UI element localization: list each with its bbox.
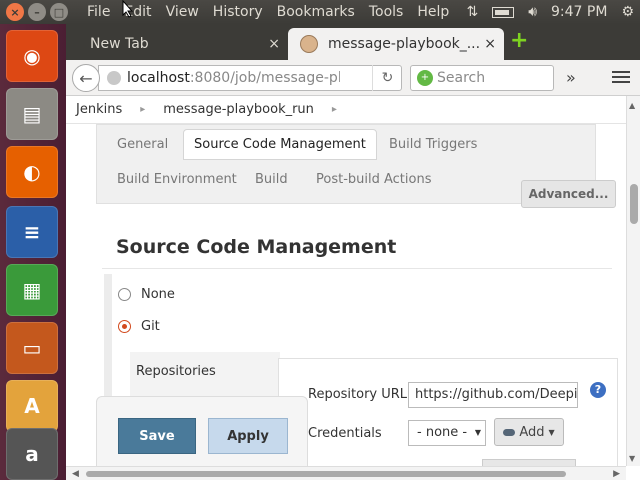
reload-icon[interactable]: ↻ [372, 65, 402, 91]
scroll-right-icon[interactable]: ▶ [613, 469, 620, 479]
scroll-thumb[interactable] [86, 471, 566, 477]
chevron-right-icon[interactable]: ▸ [324, 104, 345, 115]
horizontal-scrollbar[interactable]: ◀ ▶ [66, 466, 626, 480]
system-indicators: ⇅ 🔊︎ 9:47 PM ⚙ [466, 0, 634, 24]
files-icon[interactable]: ▤ [6, 88, 58, 140]
tab-build[interactable]: Build [255, 172, 288, 187]
radio-git[interactable] [118, 320, 131, 333]
repository-panel [278, 358, 618, 466]
search-placeholder: Search [437, 70, 486, 86]
radio-label: None [141, 287, 175, 302]
calc-icon[interactable]: ▦ [6, 264, 58, 316]
gear-icon[interactable]: ⚙ [621, 4, 634, 20]
firefox-icon[interactable]: ◐ [6, 146, 58, 198]
menu-view[interactable]: View [159, 4, 206, 20]
url-bar[interactable]: localhost :8080/job/message-pla [98, 65, 402, 91]
advanced-button[interactable]: Advanced... [521, 180, 616, 208]
tab-source-code-management[interactable]: Source Code Management [183, 129, 377, 160]
writer-icon[interactable]: ≡ [6, 206, 58, 258]
overflow-chevron-icon[interactable]: » [566, 68, 576, 87]
radio-option-git[interactable]: Git [118, 319, 160, 334]
scroll-down-icon[interactable]: ▼ [629, 455, 638, 463]
software-center-icon[interactable]: A [6, 380, 58, 432]
radio-option-none[interactable]: None [118, 287, 175, 302]
repository-url-field[interactable]: https://github.com/Deepikaf [408, 382, 578, 408]
add-credentials-button[interactable]: Add ▼ [494, 418, 564, 446]
close-icon[interactable]: × [484, 36, 496, 52]
mouse-cursor-icon [122, 0, 134, 18]
amazon-icon[interactable]: a [6, 428, 58, 480]
site-info-icon[interactable] [107, 71, 121, 85]
volume-icon[interactable]: 🔊︎ [528, 4, 537, 20]
jenkins-favicon-icon [300, 35, 318, 53]
close-icon[interactable]: × [268, 36, 280, 52]
save-button[interactable]: Save [118, 418, 196, 454]
section-title: Source Code Management [116, 236, 397, 258]
credentials-select[interactable]: - none - ▼ [408, 420, 486, 446]
apply-button[interactable]: Apply [208, 418, 288, 454]
radio-label: Git [141, 319, 160, 334]
dropdown-arrow-icon: ▼ [548, 427, 555, 437]
breadcrumb-job[interactable]: message-playbook_run [153, 102, 324, 117]
tab-new-tab[interactable]: New Tab × [66, 28, 286, 60]
partial-button[interactable] [482, 459, 576, 466]
page-content: Jenkins ▸ message-playbook_run ▸ General… [66, 96, 626, 466]
nav-bar: localhost :8080/job/message-pla ← ↻ + Se… [66, 60, 640, 96]
repositories-label: Repositories [136, 364, 216, 379]
tab-build-environment[interactable]: Build Environment [117, 172, 237, 187]
dropdown-arrow-icon: ▼ [474, 428, 481, 437]
credentials-value: - none - [417, 425, 468, 440]
tab-label: New Tab [90, 36, 149, 52]
breadcrumb: Jenkins ▸ message-playbook_run ▸ [66, 96, 626, 124]
chevron-right-icon[interactable]: ▸ [132, 104, 153, 115]
ubuntu-dash-icon[interactable]: ◉ [6, 30, 58, 82]
vertical-scrollbar[interactable]: ▲ ▼ [626, 96, 640, 466]
window-minimize-icon[interactable]: – [28, 3, 46, 21]
breadcrumb-jenkins[interactable]: Jenkins [66, 102, 132, 117]
tab-build-triggers[interactable]: Build Triggers [389, 137, 477, 152]
tab-post-build-actions[interactable]: Post-build Actions [316, 172, 431, 187]
menu-history[interactable]: History [206, 4, 270, 20]
search-engine-icon[interactable]: + [417, 70, 433, 86]
menu-tools[interactable]: Tools [362, 4, 411, 20]
add-label: Add [519, 424, 545, 440]
battery-icon[interactable] [492, 6, 515, 18]
back-arrow-icon[interactable]: ← [72, 64, 100, 92]
scroll-left-icon[interactable]: ◀ [72, 469, 79, 479]
url-host: localhost [127, 70, 190, 86]
network-arrows-icon[interactable]: ⇅ [466, 4, 478, 20]
impress-icon[interactable]: ▭ [6, 322, 58, 374]
credentials-label: Credentials [308, 426, 382, 441]
clock[interactable]: 9:47 PM [551, 4, 607, 20]
tab-message-playbook[interactable]: message-playbook_... × [288, 28, 504, 60]
help-icon[interactable]: ? [590, 382, 606, 398]
divider [102, 268, 612, 269]
tab-bar: New Tab × message-playbook_... × + [66, 24, 640, 60]
window-maximize-icon[interactable]: □ [50, 3, 68, 21]
key-icon [503, 428, 516, 436]
radio-none[interactable] [118, 288, 131, 301]
launcher: ◉ ▤ ◐ ≡ ▦ ▭ A a [0, 24, 66, 480]
new-tab-plus-icon[interactable]: + [510, 30, 528, 52]
menu-help[interactable]: Help [410, 4, 456, 20]
menu-file[interactable]: File [80, 4, 117, 20]
search-input[interactable]: + Search [410, 65, 554, 91]
tab-general[interactable]: General [117, 137, 168, 152]
menu-bookmarks[interactable]: Bookmarks [270, 4, 362, 20]
scroll-up-icon[interactable]: ▲ [629, 102, 638, 110]
menubar: File Edit View History Bookmarks Tools H… [80, 4, 456, 20]
url-path: :8080/job/message-pla [189, 70, 340, 86]
repo-url-label: Repository URL [308, 387, 408, 402]
hamburger-menu-icon[interactable] [612, 68, 630, 86]
scroll-thumb[interactable] [630, 184, 638, 224]
window-close-icon[interactable]: × [6, 3, 24, 21]
tab-label: message-playbook_... [328, 36, 481, 52]
top-panel: × – □ File Edit View History Bookmarks T… [0, 0, 640, 24]
